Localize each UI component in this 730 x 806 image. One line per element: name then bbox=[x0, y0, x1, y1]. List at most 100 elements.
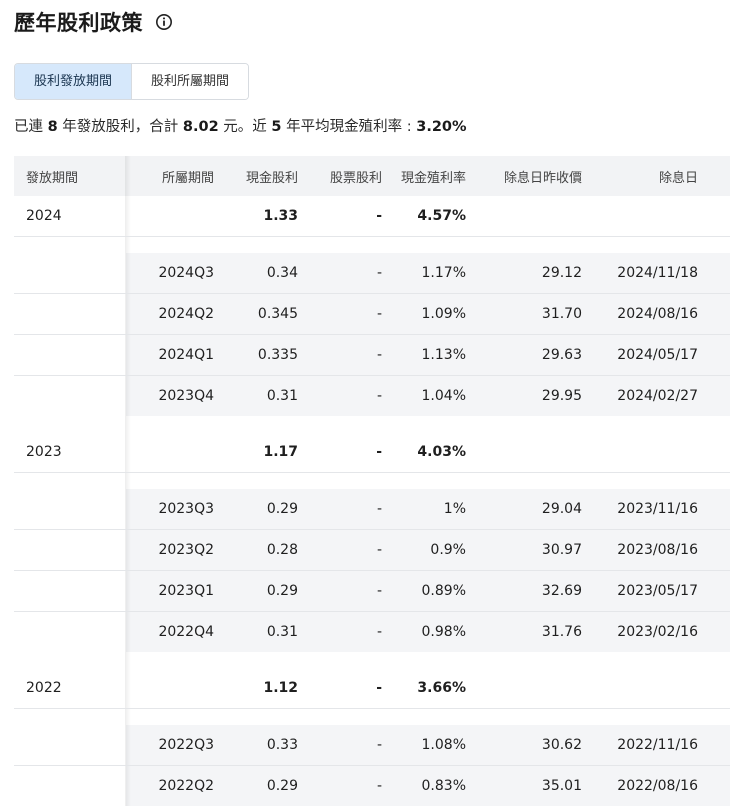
year-label: 2022 bbox=[26, 680, 62, 696]
ex-dividend-prev-close: 35.01 bbox=[541, 778, 582, 794]
cash-dividend: 1.17 bbox=[263, 444, 298, 460]
belonging-period: 2024Q1 bbox=[158, 347, 214, 363]
column-header: 現金殖利率 bbox=[400, 170, 466, 186]
cash-dividend: 1.12 bbox=[263, 680, 298, 696]
cash-yield: 1.17% bbox=[421, 265, 466, 281]
stock-dividend: - bbox=[376, 501, 382, 517]
group-spacer bbox=[14, 652, 730, 668]
cash-yield: 1% bbox=[443, 501, 466, 517]
belonging-period: 2022Q2 bbox=[158, 778, 214, 794]
column-header: 股票股利 bbox=[329, 170, 382, 186]
table-row: 2022Q2 0.29 - 0.83% 35.01 2022/08/16 bbox=[14, 766, 730, 806]
group-spacer bbox=[14, 237, 730, 253]
ex-dividend-prev-close: 32.69 bbox=[541, 583, 582, 599]
cash-dividend: 0.28 bbox=[266, 542, 298, 558]
cash-yield: 0.98% bbox=[421, 624, 466, 640]
ex-dividend-date: 2024/02/27 bbox=[617, 388, 698, 404]
stock-dividend: - bbox=[376, 583, 382, 599]
table-row: 2024Q2 0.345 - 1.09% 31.70 2024/08/16 bbox=[14, 294, 730, 335]
summary-avg-yield: 3.20% bbox=[416, 119, 467, 135]
table-row: 2022Q4 0.31 - 0.98% 31.76 2023/02/16 bbox=[14, 612, 730, 652]
ex-dividend-date: 2023/08/16 bbox=[617, 542, 698, 558]
stock-dividend: - bbox=[376, 265, 382, 281]
table-row: 2024Q3 0.34 - 1.17% 29.12 2024/11/18 bbox=[14, 253, 730, 294]
period-tabs: 股利發放期間 股利所屬期間 bbox=[14, 63, 250, 100]
cash-dividend: 0.29 bbox=[266, 583, 298, 599]
tab-distribution-period[interactable]: 股利發放期間 bbox=[15, 64, 132, 99]
belonging-period: 2024Q3 bbox=[158, 265, 214, 281]
cash-yield: 4.03% bbox=[417, 444, 466, 460]
belonging-period: 2023Q4 bbox=[158, 388, 214, 404]
belonging-period: 2022Q3 bbox=[158, 737, 214, 753]
table-header: 發放期間 所屬期間 現金股利 股票股利 現金殖利率 除息日昨收價 除息日 bbox=[14, 156, 730, 196]
table-row: 2023Q2 0.28 - 0.9% 30.97 2023/08/16 bbox=[14, 530, 730, 571]
dividend-table: 發放期間 所屬期間 現金股利 股票股利 現金殖利率 除息日昨收價 除息日 202… bbox=[14, 156, 730, 806]
stock-dividend: - bbox=[376, 680, 382, 696]
stock-dividend: - bbox=[376, 542, 382, 558]
cash-yield: 3.66% bbox=[417, 680, 466, 696]
stock-dividend: - bbox=[376, 306, 382, 322]
ex-dividend-date: 2024/05/17 bbox=[617, 347, 698, 363]
summary-text: 年平均現金殖利率 : bbox=[281, 119, 417, 135]
group-spacer bbox=[14, 709, 730, 725]
cash-yield: 1.04% bbox=[421, 388, 466, 404]
column-header: 所屬期間 bbox=[161, 170, 214, 186]
ex-dividend-date: 2022/08/16 bbox=[617, 778, 698, 794]
cash-yield: 1.13% bbox=[421, 347, 466, 363]
summary-text: 已連 bbox=[14, 119, 48, 135]
column-header[interactable]: 發放期間 bbox=[26, 156, 78, 196]
column-header: 除息日 bbox=[658, 170, 698, 186]
summary-total: 8.02 bbox=[182, 119, 219, 135]
ex-dividend-date: 2024/08/16 bbox=[617, 306, 698, 322]
cash-dividend: 0.335 bbox=[257, 347, 298, 363]
table-row: 2023Q1 0.29 - 0.89% 32.69 2023/05/17 bbox=[14, 571, 730, 612]
summary-years: 8 bbox=[47, 119, 58, 135]
table-row: 2024Q1 0.335 - 1.13% 29.63 2024/05/17 bbox=[14, 335, 730, 376]
ex-dividend-prev-close: 29.12 bbox=[541, 265, 582, 281]
ex-dividend-prev-close: 30.62 bbox=[541, 737, 582, 753]
stock-dividend: - bbox=[376, 347, 382, 363]
cash-dividend: 0.31 bbox=[266, 624, 298, 640]
belonging-period: 2023Q1 bbox=[158, 583, 214, 599]
ex-dividend-date: 2022/11/16 bbox=[617, 737, 698, 753]
group-spacer bbox=[14, 416, 730, 432]
stock-dividend: - bbox=[376, 388, 382, 404]
stock-dividend: - bbox=[376, 208, 382, 224]
year-summary-row[interactable]: 2022 1.12 - 3.66% bbox=[14, 668, 730, 709]
group-spacer bbox=[14, 473, 730, 489]
cash-dividend: 1.33 bbox=[263, 208, 298, 224]
table-row: 2023Q3 0.29 - 1% 29.04 2023/11/16 bbox=[14, 489, 730, 530]
year-label: 2024 bbox=[26, 208, 62, 224]
tab-belonging-period[interactable]: 股利所屬期間 bbox=[131, 64, 249, 99]
cash-dividend: 0.29 bbox=[266, 778, 298, 794]
column-header: 現金股利 bbox=[245, 170, 298, 186]
cash-yield: 0.9% bbox=[430, 542, 466, 558]
ex-dividend-prev-close: 31.76 bbox=[541, 624, 582, 640]
cash-dividend: 0.33 bbox=[266, 737, 298, 753]
cash-dividend: 0.34 bbox=[266, 265, 298, 281]
table-row: 2023Q4 0.31 - 1.04% 29.95 2024/02/27 bbox=[14, 376, 730, 416]
ex-dividend-prev-close: 31.70 bbox=[541, 306, 582, 322]
stock-dividend: - bbox=[376, 778, 382, 794]
column-header: 除息日昨收價 bbox=[503, 170, 582, 186]
summary-text: 年發放股利，合計 bbox=[57, 119, 183, 135]
table-row: 2022Q3 0.33 - 1.08% 30.62 2022/11/16 bbox=[14, 725, 730, 766]
ex-dividend-date: 2023/11/16 bbox=[617, 501, 698, 517]
info-icon[interactable] bbox=[155, 13, 173, 31]
ex-dividend-date: 2023/02/16 bbox=[617, 624, 698, 640]
cash-dividend: 0.29 bbox=[266, 501, 298, 517]
year-summary-row[interactable]: 2023 1.17 - 4.03% bbox=[14, 432, 730, 473]
page-title: 歷年股利政策 bbox=[14, 11, 143, 35]
year-summary-row[interactable]: 2024 1.33 - 4.57% bbox=[14, 196, 730, 237]
cash-yield: 1.08% bbox=[421, 737, 466, 753]
belonging-period: 2024Q2 bbox=[158, 306, 214, 322]
summary-recent-years: 5 bbox=[271, 119, 282, 135]
stock-dividend: - bbox=[376, 444, 382, 460]
cash-yield: 4.57% bbox=[417, 208, 466, 224]
cash-yield: 0.89% bbox=[421, 583, 466, 599]
ex-dividend-date: 2023/05/17 bbox=[617, 583, 698, 599]
ex-dividend-prev-close: 30.97 bbox=[541, 542, 582, 558]
cash-dividend: 0.345 bbox=[257, 306, 298, 322]
belonging-period: 2022Q4 bbox=[158, 624, 214, 640]
page-header: 歷年股利政策 bbox=[14, 8, 173, 36]
